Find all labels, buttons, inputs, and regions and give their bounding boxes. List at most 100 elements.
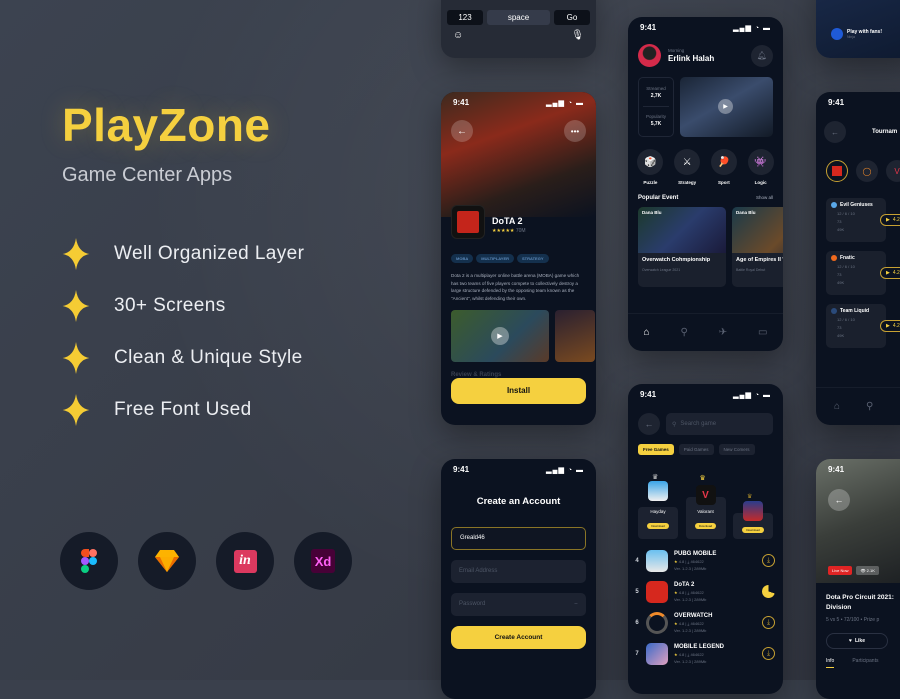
- team-rating-pill[interactable]: ▶ 4.2: [880, 320, 900, 332]
- back-button[interactable]: ←: [638, 413, 660, 435]
- back-button[interactable]: ←: [451, 120, 473, 142]
- sketch-icon: [138, 532, 196, 590]
- sparkle-icon: [62, 342, 90, 374]
- emoji-icon[interactable]: ☺: [453, 30, 463, 41]
- game-tab-overwatch[interactable]: ◯: [856, 160, 878, 182]
- tag-chip[interactable]: MOBA: [451, 254, 474, 263]
- game-name: MOBILE LEGEND: [674, 643, 725, 650]
- category-sport[interactable]: 🏓 Sport: [710, 149, 737, 185]
- filter-new-comers[interactable]: New Comers: [718, 444, 755, 455]
- user-name: Erlink Halah: [668, 54, 715, 63]
- download-progress-icon[interactable]: [762, 585, 775, 598]
- filter-paid-games[interactable]: Paid Games: [678, 444, 714, 455]
- show-all-link[interactable]: Show all: [756, 195, 773, 201]
- podium-card[interactable]: ♛ Hayday Download: [638, 474, 678, 539]
- featured-video[interactable]: ▶: [680, 77, 773, 137]
- team-card[interactable]: Fnatic 12 / 6 / 10 73 49K ▶ 4.2: [826, 251, 900, 295]
- back-button[interactable]: ←: [824, 121, 846, 143]
- video-tab-icon[interactable]: ▭: [758, 327, 767, 338]
- team-card[interactable]: Evil Geniuses 12 / 6 / 10 73 49K ▶ 4.2: [826, 198, 900, 242]
- game-name: DoTA 2: [674, 581, 695, 588]
- download-button[interactable]: Download: [742, 527, 764, 533]
- category-strategy[interactable]: ⚔ Strategy: [674, 149, 701, 185]
- screenshot-thumb[interactable]: [555, 310, 595, 362]
- username-input[interactable]: Greald46: [451, 527, 586, 550]
- team-earnings: 49K: [837, 280, 845, 285]
- play-icon[interactable]: ▶: [491, 327, 509, 345]
- team-name: Fnatic: [840, 255, 855, 261]
- eye-closed-icon[interactable]: ⌣: [574, 593, 578, 616]
- avatar[interactable]: [638, 44, 661, 67]
- list-item[interactable]: 4 PUBG MOBILE ★ 4.8 | ⤓ 464622 Ver. 1.2.3 …: [628, 545, 783, 576]
- home-tab-icon[interactable]: ⌂: [834, 401, 840, 412]
- crown-icon: ♛: [652, 474, 659, 481]
- like-button[interactable]: ♥ Like: [826, 633, 888, 649]
- game-detail-screen: 9:41 ▂▄▆ ◔ ▬ ← ••• DoTA 2 ★★★★★ 70M MOBA M…: [441, 92, 596, 425]
- password-input[interactable]: Password: [459, 593, 485, 616]
- promo-screen: Play with fans! Ninja: [816, 0, 900, 58]
- rank-number: 7: [635, 650, 639, 657]
- install-button[interactable]: Install: [451, 378, 586, 404]
- bell-icon[interactable]: 🔔︎: [751, 44, 773, 67]
- event-subtitle: Battle Royal Debut: [736, 268, 766, 272]
- invision-icon: in: [216, 532, 274, 590]
- tag-chip[interactable]: STRATEGY: [517, 254, 549, 263]
- list-item[interactable]: 7 MOBILE LEGEND ★ 4.8 | ⤓ 464622 Ver. 1.2.…: [628, 638, 783, 669]
- screenshot-video[interactable]: ▶: [451, 310, 549, 362]
- event-card[interactable]: Dana Blu Age of Empires II World Cup Bat…: [732, 207, 783, 287]
- search-tab-icon[interactable]: ⚲: [866, 401, 873, 412]
- team-trophies: 73: [837, 325, 842, 330]
- team-card[interactable]: Team Liquid 12 / 6 / 10 73 49K ▶ 4.2: [826, 304, 900, 348]
- rocket-tab-icon[interactable]: ✈: [719, 327, 727, 338]
- back-button[interactable]: ←: [828, 489, 850, 511]
- microphone-icon[interactable]: 🎙: [571, 30, 584, 41]
- feature-item: Free Font Used: [62, 384, 304, 436]
- event-card[interactable]: Dana Blu Overwatch Cohmpionship Overwatc…: [638, 207, 726, 287]
- tab-bar: ⌂ ⚲: [816, 387, 900, 425]
- more-button[interactable]: •••: [564, 120, 586, 142]
- download-button[interactable]: Download: [647, 523, 669, 529]
- promo-user: Ninja: [847, 35, 855, 39]
- sparkle-icon: [62, 394, 90, 426]
- team-rating-pill[interactable]: ▶ 4.2: [880, 214, 900, 226]
- download-button[interactable]: Download: [694, 523, 717, 529]
- tool-icons: in Xd: [60, 532, 352, 590]
- download-icon[interactable]: ⤓: [762, 554, 775, 567]
- podium-name: Valorant: [697, 509, 714, 514]
- download-icon[interactable]: ⤓: [762, 647, 775, 660]
- tab-participants[interactable]: Participants: [852, 658, 878, 668]
- key-123[interactable]: 123: [447, 10, 483, 25]
- greeting: Morning: [668, 48, 685, 53]
- signup-screen: 9:41 ▂▄▆ ◔ ▬ Create an Account Greald46 E…: [441, 459, 596, 699]
- search-input[interactable]: ⚲ Search game: [666, 413, 773, 435]
- key-go[interactable]: Go: [554, 10, 590, 25]
- download-icon[interactable]: ⤓: [762, 616, 775, 629]
- play-icon[interactable]: ▶: [718, 99, 733, 114]
- download-count: 70M: [515, 228, 526, 234]
- search-tab-icon[interactable]: ⚲: [680, 327, 687, 338]
- team-rating-pill[interactable]: ▶ 4.2: [880, 267, 900, 279]
- create-account-button[interactable]: Create Account: [451, 626, 586, 649]
- home-tab-icon[interactable]: ⌂: [643, 327, 649, 338]
- invision-label: in: [233, 549, 257, 573]
- podium-card[interactable]: V ♛ Valorant Download: [685, 475, 726, 539]
- tag-chip[interactable]: MULTIPLAYER: [476, 254, 515, 263]
- key-space[interactable]: space: [487, 10, 550, 25]
- list-item[interactable]: 6 OVERWATCH ★ 4.8 | ⤓ 464622 Ver. 1.2.3 | …: [628, 607, 783, 638]
- game-version: Ver. 1.2.3: [674, 596, 691, 602]
- game-tab-dota[interactable]: [826, 160, 848, 182]
- list-item[interactable]: 5 DoTA 2 ★ 4.8 | ⤓ 464622 Ver. 1.2.3 | 289…: [628, 576, 783, 607]
- podium-card[interactable]: ♛ Download: [733, 494, 773, 539]
- feature-item: Clean & Unique Style: [62, 332, 304, 384]
- category-logic[interactable]: 👾 Logic: [747, 149, 774, 185]
- tag-list: MOBA MULTIPLAYER STRATEGY: [441, 239, 596, 265]
- game-tab-valorant[interactable]: V: [886, 160, 900, 182]
- sparkle-icon: [62, 238, 90, 270]
- email-input[interactable]: Email Address: [451, 560, 586, 583]
- event-banner: 9:41 ← Live Now 👁 2.1K: [816, 459, 900, 583]
- tab-info[interactable]: Info: [826, 658, 835, 668]
- filter-free-games[interactable]: Free Games: [638, 444, 674, 455]
- category-puzzle[interactable]: 🎲 Puzzle: [637, 149, 664, 185]
- game-rating: 4.8: [678, 589, 685, 595]
- team-rating: 4.2: [892, 270, 900, 276]
